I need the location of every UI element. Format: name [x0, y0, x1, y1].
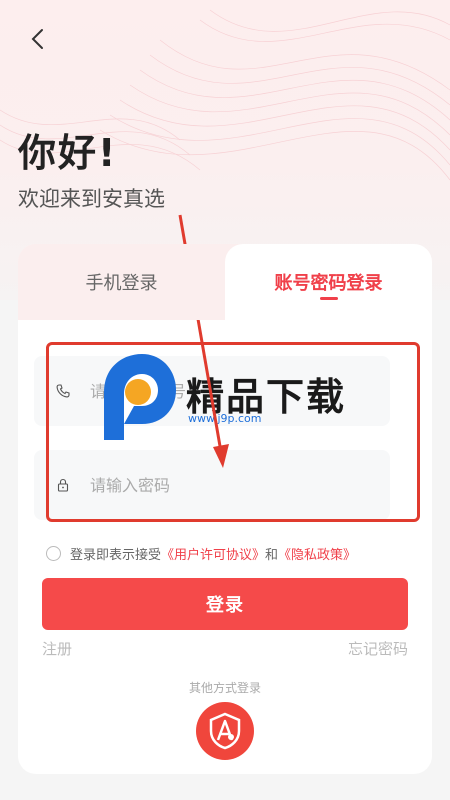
back-button[interactable] [22, 24, 52, 54]
agreement-checkbox[interactable] [46, 546, 61, 561]
watermark-url-text: www.j9p.com [188, 412, 262, 425]
watermark: 精品下载 www.j9p.com [96, 350, 366, 442]
forgot-password-link[interactable]: 忘记密码 [348, 638, 408, 659]
alt-login-button[interactable] [196, 702, 254, 760]
password-input[interactable] [90, 475, 350, 495]
lock-icon [56, 477, 72, 493]
other-login-methods-label: 其他方式登录 [188, 681, 261, 695]
page-title: 你好! [18, 131, 118, 175]
phone-icon [56, 383, 72, 399]
user-agreement-link[interactable]: 《用户许可协议》 [161, 544, 265, 563]
register-link[interactable]: 注册 [42, 638, 72, 659]
chevron-left-icon [31, 29, 43, 49]
agreement-row: 登录即表示接受 《用户许可协议》 和 《隐私政策》 [46, 544, 356, 563]
agreement-and: 和 [265, 548, 279, 563]
tab-password-login-label: 账号密码登录 [274, 273, 383, 294]
login-button[interactable]: 登录 [42, 578, 408, 630]
tab-phone-login[interactable]: 手机登录 [18, 244, 225, 320]
tab-password-login[interactable]: 账号密码登录 [225, 244, 432, 320]
shield-logo-icon [209, 712, 241, 750]
privacy-policy-link[interactable]: 《隐私政策》 [278, 544, 356, 563]
agreement-prefix: 登录即表示接受 [70, 548, 162, 563]
watermark-logo-icon [104, 354, 176, 440]
tab-phone-login-label: 手机登录 [85, 273, 158, 294]
welcome-subtitle: 欢迎来到安真选 [18, 187, 165, 211]
active-tab-indicator [319, 297, 338, 300]
password-field[interactable] [34, 450, 390, 520]
login-tabs: 手机登录 账号密码登录 [18, 244, 432, 320]
